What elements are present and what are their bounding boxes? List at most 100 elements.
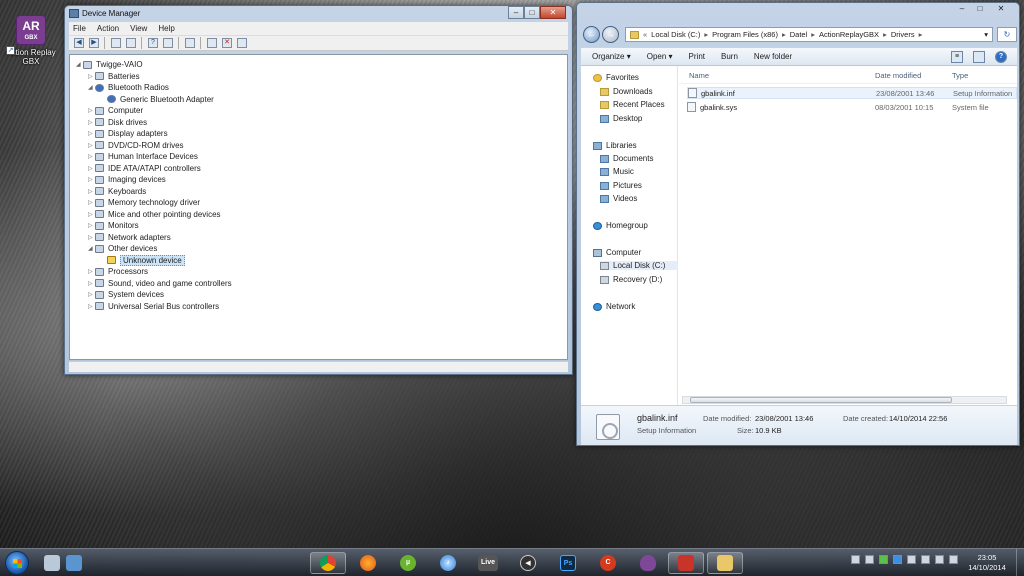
device-tree-item[interactable]: ▷ Memory technology driver	[88, 197, 200, 208]
nav-item[interactable]: Recovery (D:)	[600, 275, 662, 284]
address-dropdown-icon[interactable]: ▾	[984, 30, 988, 39]
close-button[interactable]: ✕	[989, 3, 1013, 16]
device-tree-item[interactable]: ▷ Sound, video and game controllers	[88, 278, 232, 289]
back-button[interactable]: ←	[583, 26, 600, 43]
photoshop-icon[interactable]: Ps	[550, 552, 586, 574]
device-tree-item[interactable]: ▷ Mice and other pointing devices	[88, 209, 221, 220]
address-bar[interactable]: «Local Disk (C:) ▸ Program Files (x86) ▸ Dat…	[625, 27, 993, 42]
device-manager-taskbar-icon[interactable]	[668, 552, 704, 574]
minimize-button[interactable]: –	[953, 3, 971, 16]
device-tree-item[interactable]: ▷ Disk drives	[88, 117, 147, 128]
device-tree-item[interactable]: ▷ Display adapters	[88, 128, 168, 139]
device-tree-item[interactable]: ▷ Universal Serial Bus controllers	[88, 301, 219, 312]
nav-item[interactable]: Downloads	[600, 87, 653, 96]
scan-hardware-icon[interactable]	[185, 38, 195, 48]
device-tree-item[interactable]: ▷ Keyboards	[88, 186, 146, 197]
chrome-icon[interactable]	[310, 552, 346, 574]
nav-item[interactable]: Local Disk (C:)	[600, 261, 678, 270]
windows-live-icon[interactable]: Live	[470, 552, 506, 574]
device-tree-item[interactable]: ▷ Computer	[88, 105, 143, 116]
minimize-button[interactable]: –	[508, 6, 524, 19]
expand-arrow-icon[interactable]: ▷	[88, 303, 95, 310]
expand-arrow-icon[interactable]: ▷	[88, 199, 95, 206]
expand-arrow-icon[interactable]: ▷	[88, 188, 95, 195]
breadcrumb-separator-icon[interactable]: ▸	[883, 30, 887, 39]
tray-icon-1[interactable]	[851, 555, 860, 564]
expand-arrow-icon[interactable]: ▷	[88, 73, 95, 80]
menu-view[interactable]: View	[130, 24, 147, 33]
refresh-icon[interactable]: ↻	[997, 27, 1017, 42]
breadcrumb-item[interactable]: Datel	[790, 30, 808, 39]
file-row[interactable]: gbalink.sys 08/03/2001 10:15 System file	[687, 101, 1017, 113]
change-view-icon[interactable]: ≡	[951, 51, 963, 63]
tray-icon-3[interactable]	[879, 555, 888, 564]
expand-arrow-icon[interactable]: ▷	[88, 211, 95, 218]
breadcrumb-separator-icon[interactable]: ▸	[782, 30, 786, 39]
file-row[interactable]: gbalink.inf 23/08/2001 13:46 Setup Informa…	[687, 87, 1017, 99]
windows-explorer-taskbar-icon[interactable]	[707, 552, 743, 574]
scrollbar-thumb[interactable]	[690, 397, 952, 403]
expand-arrow-icon[interactable]: ▷	[88, 107, 95, 114]
open-button[interactable]: Open ▾	[647, 52, 673, 61]
show-hide-console-tree-icon[interactable]	[111, 38, 121, 48]
collapse-arrow-icon[interactable]: ◢	[88, 245, 95, 252]
nav-item[interactable]: Favorites	[593, 73, 639, 82]
utorrent-icon[interactable]: µ	[390, 552, 426, 574]
preview-pane-icon[interactable]	[973, 51, 985, 63]
signal-icon[interactable]	[921, 555, 930, 564]
device-tree-item[interactable]: Unknown device	[100, 254, 185, 266]
nav-item[interactable]: Recent Places	[600, 100, 665, 109]
breadcrumb-item[interactable]: Local Disk (C:)	[651, 30, 700, 39]
itunes-icon[interactable]: ♪	[430, 552, 466, 574]
expand-arrow-icon[interactable]: ▷	[88, 234, 95, 241]
device-tree-item[interactable]: Generic Bluetooth Adapter	[100, 94, 214, 105]
tray-icon-4[interactable]	[893, 555, 902, 564]
new-folder-button[interactable]: New folder	[754, 52, 792, 61]
close-button[interactable]: ✕	[540, 6, 566, 19]
menu-action[interactable]: Action	[97, 24, 119, 33]
expand-arrow-icon[interactable]: ▷	[88, 165, 95, 172]
device-manager-titlebar[interactable]: Device Manager – □ ✕	[65, 6, 572, 22]
organize-button[interactable]: Organize ▾	[592, 52, 631, 61]
breadcrumb-item[interactable]: Program Files (x86)	[712, 30, 778, 39]
maximize-button[interactable]: □	[524, 6, 540, 19]
expand-arrow-icon[interactable]: ▷	[88, 268, 95, 275]
device-tree-item[interactable]: ▷ System devices	[88, 289, 164, 300]
nav-item[interactable]: Computer	[593, 248, 641, 257]
horizontal-scrollbar[interactable]	[682, 396, 1007, 404]
firefox-icon[interactable]	[350, 552, 386, 574]
device-tree-item[interactable]: ◢ Bluetooth Radios	[88, 82, 169, 93]
device-tree-item[interactable]: ▷ DVD/CD-ROM drives	[88, 140, 184, 151]
device-tree-item[interactable]: ▷ Network adapters	[88, 232, 171, 243]
breadcrumb-item[interactable]: ActionReplayGBX	[819, 30, 879, 39]
update-driver-icon[interactable]	[207, 38, 217, 48]
breadcrumb-item[interactable]: Drivers	[891, 30, 915, 39]
column-name[interactable]: Name	[689, 71, 709, 80]
forward-icon[interactable]: ▶	[89, 38, 99, 48]
maximize-button[interactable]: □	[971, 3, 989, 16]
collapse-arrow-icon[interactable]: ◢	[76, 61, 83, 68]
tray-icon-2[interactable]	[865, 555, 874, 564]
expand-arrow-icon[interactable]: ▷	[88, 176, 95, 183]
device-tree-item[interactable]: ▷ Processors	[88, 266, 148, 277]
network-places-icon[interactable]	[56, 552, 92, 574]
start-button[interactable]	[5, 551, 29, 575]
uninstall-icon[interactable]: ✕	[222, 38, 232, 48]
expand-arrow-icon[interactable]: ▷	[88, 130, 95, 137]
column-date-modified[interactable]: Date modified	[875, 71, 921, 80]
expand-arrow-icon[interactable]: ▷	[88, 142, 95, 149]
explorer-titlebar[interactable]: – □ ✕	[577, 3, 1019, 19]
nav-item[interactable]: Network	[593, 302, 635, 311]
device-tree-item[interactable]: ▷ IDE ATA/ATAPI controllers	[88, 163, 201, 174]
burn-button[interactable]: Burn	[721, 52, 738, 61]
menu-file[interactable]: File	[73, 24, 86, 33]
device-tree-item[interactable]: ◢ Other devices	[88, 243, 157, 254]
nav-item[interactable]: Desktop	[600, 114, 642, 123]
show-hide-action-pane-icon[interactable]	[163, 38, 173, 48]
breadcrumb-separator-icon[interactable]: ▸	[919, 30, 923, 39]
tor-browser-icon[interactable]	[630, 552, 666, 574]
back-icon[interactable]: ◀	[74, 38, 84, 48]
column-type[interactable]: Type	[952, 71, 968, 80]
disable-device-icon[interactable]	[237, 38, 247, 48]
nav-item[interactable]: Videos	[600, 194, 637, 203]
